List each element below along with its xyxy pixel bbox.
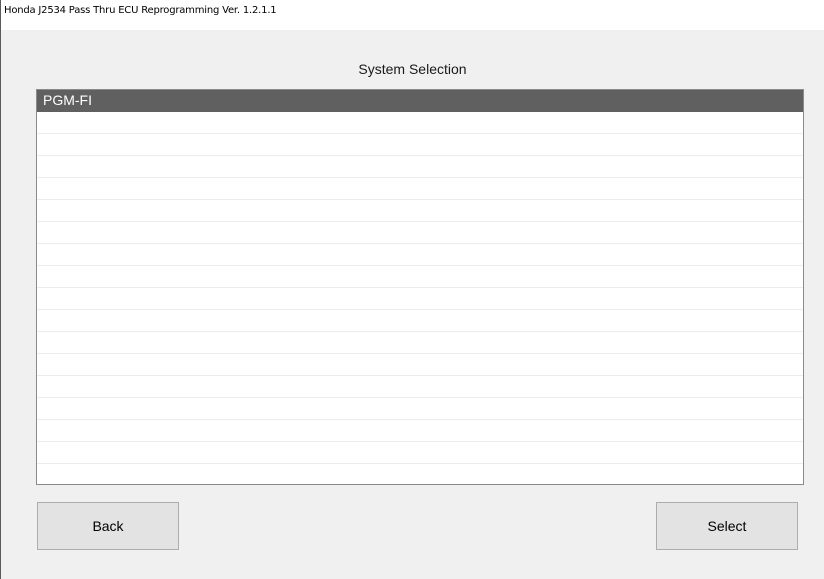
title-bar: Honda J2534 Pass Thru ECU Reprogramming … — [1, 0, 824, 30]
list-item[interactable] — [37, 200, 803, 222]
list-item[interactable] — [37, 156, 803, 178]
list-item[interactable] — [37, 288, 803, 310]
page-title: System Selection — [358, 61, 467, 77]
list-item[interactable] — [37, 244, 803, 266]
select-button[interactable]: Select — [656, 502, 798, 550]
list-item[interactable] — [37, 178, 803, 200]
list-item[interactable] — [37, 112, 803, 134]
list-item[interactable] — [37, 134, 803, 156]
list-item[interactable]: PGM-FI — [37, 90, 803, 112]
list-item[interactable] — [37, 354, 803, 376]
list-item[interactable] — [37, 464, 803, 484]
list-item[interactable] — [37, 310, 803, 332]
list-item[interactable] — [37, 420, 803, 442]
list-item[interactable] — [37, 332, 803, 354]
window-title: Honda J2534 Pass Thru ECU Reprogramming … — [4, 5, 277, 16]
system-list[interactable]: PGM-FI — [36, 89, 804, 485]
app-window: Honda J2534 Pass Thru ECU Reprogramming … — [0, 0, 824, 579]
list-item[interactable] — [37, 376, 803, 398]
back-button[interactable]: Back — [37, 502, 179, 550]
list-item[interactable] — [37, 442, 803, 464]
list-item[interactable] — [37, 266, 803, 288]
list-item[interactable] — [37, 398, 803, 420]
list-item[interactable] — [37, 222, 803, 244]
